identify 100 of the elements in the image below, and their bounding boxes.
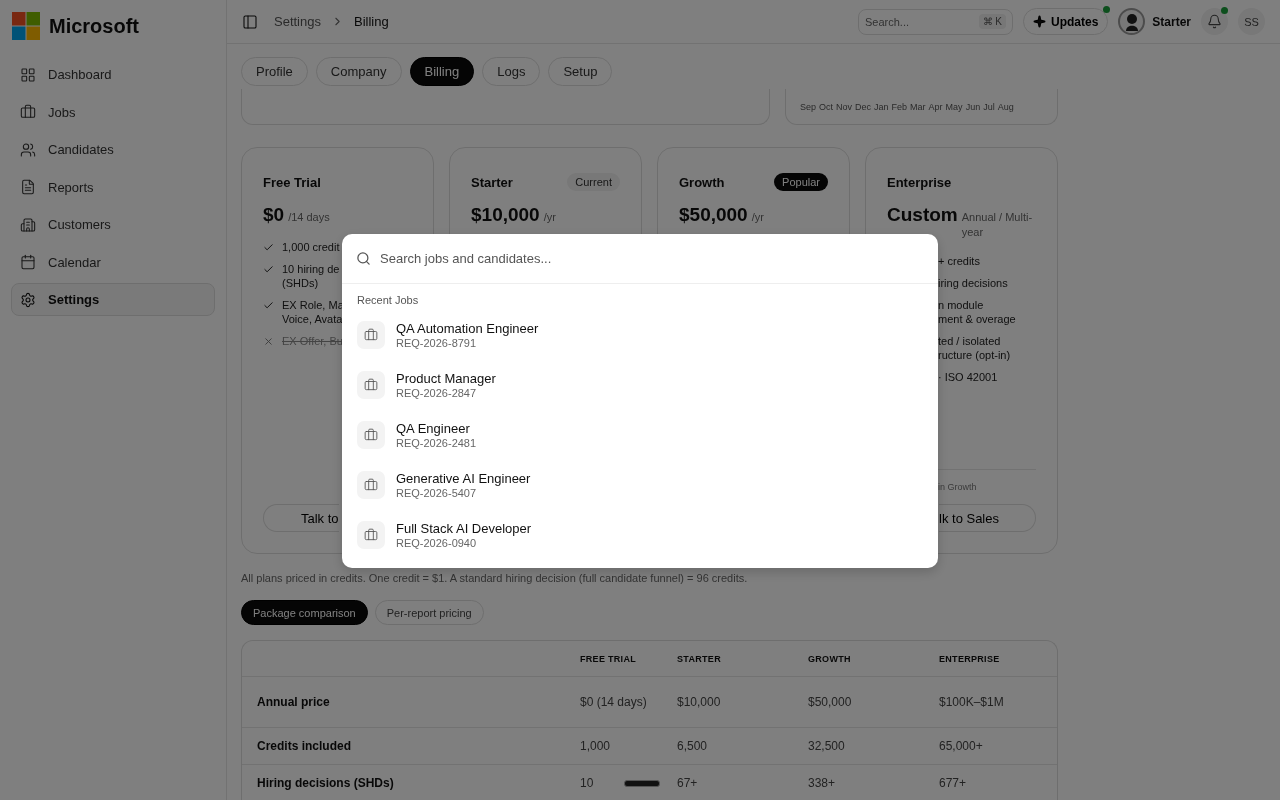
feature-text: · ISO 42001 bbox=[938, 370, 998, 384]
job-id: REQ-2026-2481 bbox=[396, 437, 477, 449]
month-label: May bbox=[945, 101, 963, 112]
breadcrumb-item[interactable]: Billing bbox=[354, 14, 389, 29]
tab[interactable]: Company bbox=[315, 57, 402, 86]
feature-text: ted / isolated ructure (opt-in) bbox=[938, 334, 1011, 362]
search-icon bbox=[356, 251, 371, 266]
plan-price: Custom bbox=[887, 204, 958, 226]
row-label: Credits included bbox=[257, 739, 352, 753]
month-label: Aug bbox=[997, 101, 1014, 112]
row-label: Annual price bbox=[257, 695, 331, 709]
month-label: Mar bbox=[910, 101, 926, 112]
sparkle-icon bbox=[1032, 15, 1046, 28]
plan-period: Annual / Multi-year bbox=[961, 210, 1034, 240]
avatar[interactable] bbox=[1118, 8, 1146, 35]
month-label: Nov bbox=[836, 101, 853, 112]
job-title: Product Manager bbox=[396, 371, 496, 386]
job-title: QA Engineer bbox=[396, 421, 471, 436]
plan-period: /yr bbox=[543, 210, 556, 225]
sidebar-item[interactable]: Candidates bbox=[11, 133, 215, 166]
sidebar-item[interactable]: Calendar bbox=[11, 245, 215, 279]
tab[interactable]: Profile bbox=[241, 57, 308, 86]
briefcase-icon bbox=[364, 478, 378, 492]
job-result[interactable]: QA Automation Engineer REQ-2026-8791 bbox=[342, 310, 938, 360]
document-icon bbox=[20, 179, 36, 195]
row-label: Hiring decisions (SHDs) bbox=[257, 776, 395, 790]
plan-price: $0 bbox=[263, 204, 285, 226]
bell-icon bbox=[1207, 14, 1222, 29]
tab[interactable]: Setup bbox=[548, 57, 613, 86]
briefcase-icon bbox=[364, 378, 378, 392]
tab[interactable]: Billing bbox=[409, 57, 475, 86]
table-cell: 338+ bbox=[808, 775, 836, 791]
job-result[interactable]: Product Manager REQ-2026-2847 bbox=[342, 360, 938, 410]
sidebar-toggle-icon[interactable] bbox=[242, 13, 258, 30]
plan-badge: Current bbox=[567, 173, 620, 191]
column-header: ENTERPRISE bbox=[939, 653, 1001, 664]
table-cell: 6,500 bbox=[677, 738, 708, 754]
briefcase-icon bbox=[20, 104, 36, 120]
sidebar-item[interactable]: Jobs bbox=[11, 95, 215, 129]
sidebar-item[interactable]: Dashboard bbox=[11, 58, 215, 91]
plan-period: /14 days bbox=[288, 210, 330, 225]
job-id: REQ-2026-0940 bbox=[396, 537, 478, 549]
plan-price: $50,000 bbox=[679, 204, 748, 226]
plan-period: /yr bbox=[751, 210, 764, 225]
job-title: Full Stack AI Developer bbox=[396, 521, 532, 536]
contact-button[interactable]: Talk to bbox=[263, 504, 339, 532]
calendar-icon bbox=[20, 254, 36, 270]
view-toggle[interactable]: Per-report pricing bbox=[374, 600, 484, 625]
table-cell: $50,000 bbox=[808, 694, 852, 710]
sidebar-item[interactable]: Settings bbox=[11, 283, 215, 316]
view-toggle[interactable]: Package comparison bbox=[241, 600, 368, 625]
plan-name: Growth bbox=[679, 174, 725, 190]
sidebar-item[interactable]: Customers bbox=[11, 208, 215, 241]
table-cell: 1,000 bbox=[580, 738, 611, 754]
users-icon bbox=[20, 141, 36, 158]
job-id: REQ-2026-2847 bbox=[396, 387, 478, 399]
drag-handle[interactable] bbox=[624, 779, 661, 787]
feature-text: + credits bbox=[938, 254, 980, 268]
month-label: Jun bbox=[965, 101, 981, 112]
pricing-note: All plans priced in credits. One credit = $1. A standard hiring decision (full candidate funnel) = 96 credits. bbox=[241, 572, 749, 584]
logo-icon bbox=[12, 12, 40, 40]
section-heading: Recent Jobs bbox=[356, 293, 420, 308]
month-label: Dec bbox=[855, 101, 872, 112]
plan-badge: Popular bbox=[774, 173, 828, 191]
breadcrumb-item[interactable]: Settings bbox=[274, 14, 321, 29]
table-cell: $0 (14 days) bbox=[580, 694, 647, 710]
month-label: Jul bbox=[983, 101, 995, 112]
table-cell: $100K–$1M bbox=[939, 694, 1004, 710]
month-label: Apr bbox=[928, 101, 943, 112]
column-header: FREE TRIAL bbox=[580, 653, 637, 664]
job-title: QA Automation Engineer bbox=[396, 321, 539, 336]
month-label: Jan bbox=[874, 101, 889, 112]
tab[interactable]: Logs bbox=[482, 57, 541, 86]
user-initials[interactable]: SS bbox=[1238, 8, 1265, 35]
plan-name: Starter bbox=[471, 174, 513, 190]
feature-text: n module ment & overage bbox=[938, 298, 1016, 326]
job-title: Generative AI Engineer bbox=[396, 471, 531, 486]
contact-button[interactable]: lk to Sales bbox=[939, 504, 1036, 532]
sidebar-item[interactable]: Reports bbox=[11, 170, 215, 204]
search-field[interactable]: Search... ⌘ K bbox=[857, 8, 1013, 35]
briefcase-icon bbox=[364, 528, 378, 542]
plan-label: Starter bbox=[1152, 14, 1191, 29]
table-cell: 32,500 bbox=[808, 738, 845, 754]
plan-price: $10,000 bbox=[471, 204, 540, 226]
feature-text: 1,000 credit bbox=[282, 240, 340, 254]
table-cell: 67+ bbox=[677, 775, 698, 791]
grid-icon bbox=[20, 66, 36, 83]
month-label: Feb bbox=[891, 101, 908, 112]
building-icon bbox=[20, 216, 36, 233]
plan-name: Enterprise bbox=[887, 174, 952, 190]
table-cell: 10 bbox=[580, 775, 594, 791]
table-cell: 65,000+ bbox=[939, 738, 983, 754]
updates-button[interactable]: Updates bbox=[1022, 8, 1109, 35]
shortcut-key: ⌘ K bbox=[978, 14, 1006, 29]
job-id: REQ-2026-8791 bbox=[396, 337, 478, 349]
avatar-figure-icon bbox=[1123, 12, 1140, 31]
job-result[interactable]: Full Stack AI Developer REQ-2026-0940 bbox=[342, 510, 938, 560]
job-result[interactable]: QA Engineer REQ-2026-2481 bbox=[342, 410, 938, 460]
plan-name: Free Trial bbox=[263, 174, 321, 190]
notifications-button[interactable] bbox=[1201, 8, 1228, 35]
